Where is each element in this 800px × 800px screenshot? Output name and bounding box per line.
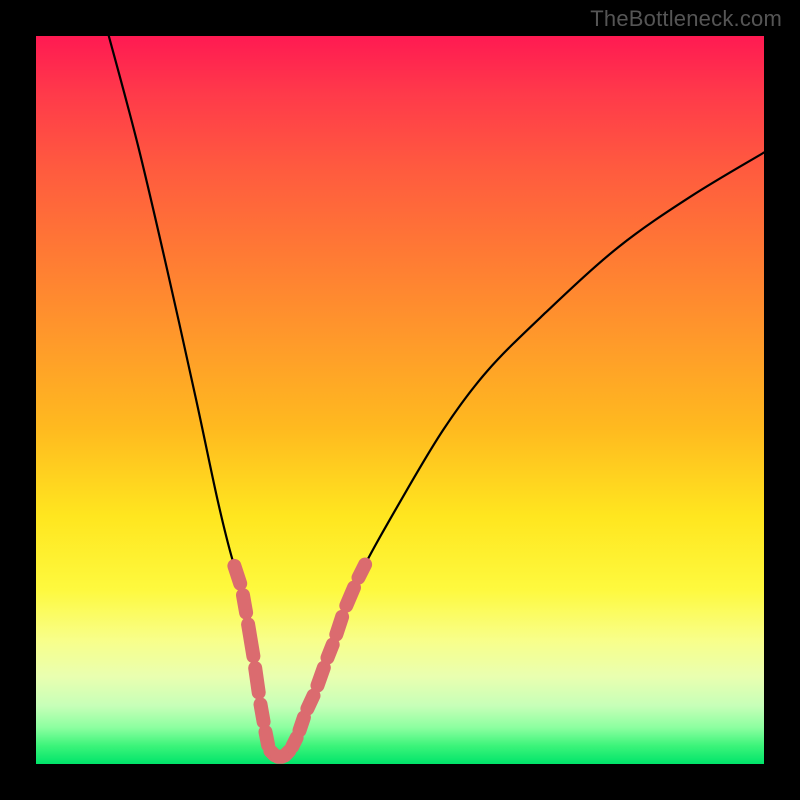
highlight-dash bbox=[261, 704, 264, 722]
highlight-dash bbox=[318, 668, 324, 686]
highlight-dash bbox=[243, 595, 246, 613]
curve-svg bbox=[36, 36, 764, 764]
highlight-segments bbox=[234, 565, 365, 757]
highlight-dash bbox=[266, 732, 269, 745]
watermark-text: TheBottleneck.com bbox=[590, 6, 782, 32]
highlight-dash bbox=[234, 566, 240, 584]
highlight-dash bbox=[346, 588, 354, 606]
highlight-dash bbox=[300, 717, 304, 730]
highlight-dash bbox=[307, 696, 313, 709]
highlight-dash bbox=[336, 617, 342, 635]
plot-area bbox=[36, 36, 764, 764]
highlight-dash bbox=[255, 668, 259, 693]
highlight-dash bbox=[292, 738, 296, 747]
highlight-dash bbox=[248, 624, 253, 656]
chart-frame: TheBottleneck.com bbox=[0, 0, 800, 800]
bottleneck-curve bbox=[109, 36, 764, 759]
highlight-dash bbox=[328, 645, 333, 658]
highlight-dash bbox=[359, 565, 366, 578]
